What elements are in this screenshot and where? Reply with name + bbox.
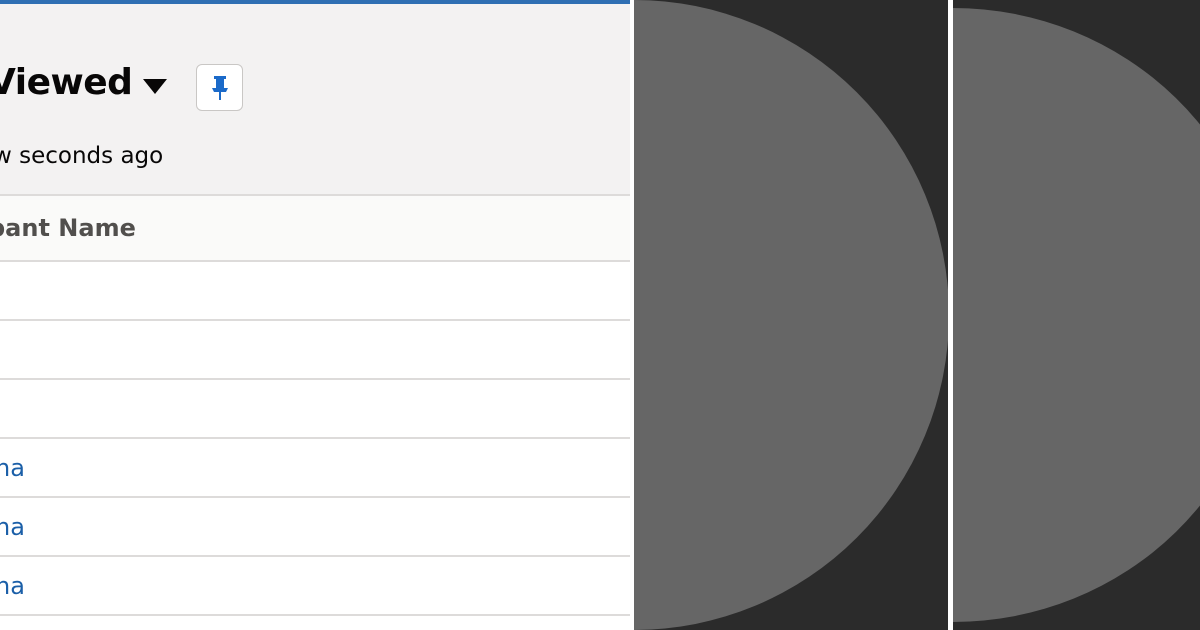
list-view-panel: Viewed w seconds ago pant Name na na na [0, 0, 630, 630]
record-link[interactable]: na [0, 454, 25, 482]
dark-panel-right [953, 0, 1200, 630]
table-row: na [0, 439, 630, 498]
table-row [0, 321, 630, 380]
table-row [0, 380, 630, 439]
caret-down-icon[interactable] [143, 79, 167, 94]
table-row [0, 262, 630, 321]
table-row: na [0, 498, 630, 557]
pin-list-view-button[interactable] [196, 64, 243, 111]
table-body: na na na [0, 262, 630, 616]
dark-panel-left [634, 0, 948, 630]
list-view-title[interactable]: Viewed [0, 62, 133, 103]
half-circle-shape [634, 0, 948, 630]
record-link[interactable]: na [0, 572, 25, 600]
record-link[interactable]: na [0, 513, 25, 541]
column-header-participant-name[interactable]: pant Name [0, 214, 136, 242]
table-row: na [0, 557, 630, 616]
pin-icon [211, 75, 228, 100]
half-circle-shape [953, 8, 1200, 622]
column-header-row: pant Name [0, 196, 630, 262]
last-updated-text: w seconds ago [0, 143, 164, 169]
list-view-header: Viewed w seconds ago [0, 4, 630, 196]
